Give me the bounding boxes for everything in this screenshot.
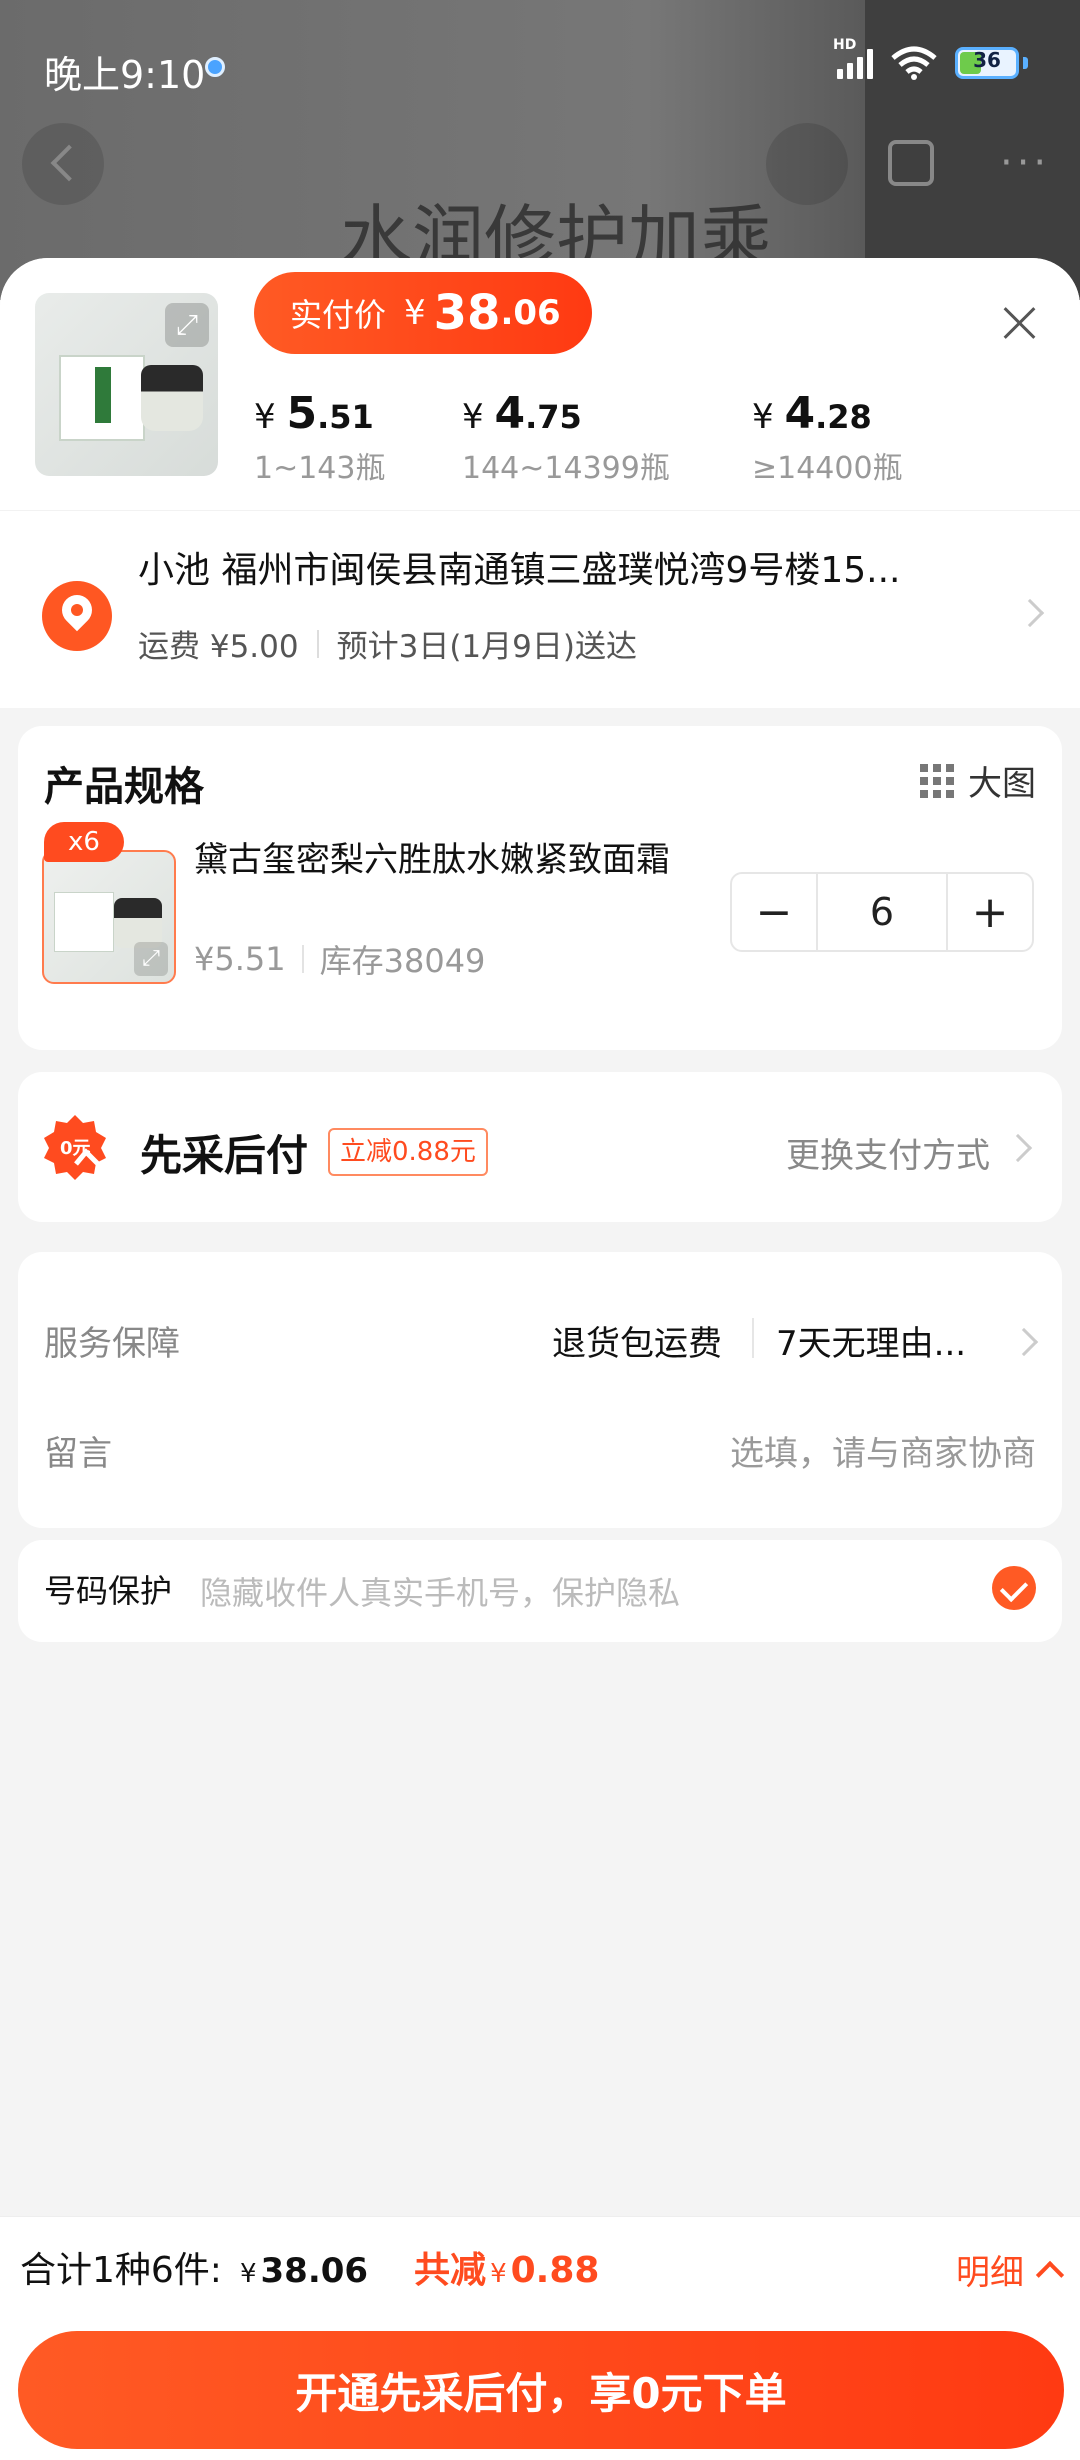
- chevron-right-icon: [1003, 1133, 1033, 1163]
- shipping-info: 运费 ¥5.00 预计3日(1月9日)送达: [138, 621, 637, 666]
- message-label: 留言: [44, 1434, 112, 1474]
- price-tier: ¥ 5.51 1~143瓶: [254, 388, 386, 486]
- bnpl-card[interactable]: 0元 先采后付 立减0.88元 更换支付方式: [18, 1072, 1062, 1222]
- address-text: 小池 福州市闽侯县南通镇三盛璞悦湾9号楼15...: [138, 550, 901, 591]
- close-icon[interactable]: [994, 298, 1044, 348]
- grid-icon: [920, 763, 954, 798]
- detail-toggle[interactable]: 明细: [956, 2245, 1065, 2294]
- privacy-desc: 隐藏收件人真实手机号，保护隐私: [200, 1574, 681, 1612]
- checkout-footer: 合计1种6件: ¥38.06 共减 ¥0.88 明细 开通先采后付，享0元下单: [0, 2216, 1080, 2460]
- service-card: 服务保障 退货包运费 7天无理由... 留言 选填，请与商家协商: [18, 1252, 1062, 1528]
- quantity-badge: x6: [44, 822, 124, 862]
- chevron-right-icon: [1009, 1327, 1039, 1357]
- total-summary: 合计1种6件:: [20, 2250, 222, 2291]
- notification-icon: [205, 57, 225, 77]
- message-input[interactable]: 选填，请与商家协商: [730, 1426, 1036, 1475]
- shipping-fee: 运费 ¥5.00: [138, 629, 299, 665]
- delivery-eta: 预计3日(1月9日)送达: [336, 629, 637, 665]
- product-image[interactable]: ⤢: [35, 293, 218, 476]
- discount-tag: 立减0.88元: [328, 1128, 488, 1176]
- expand-icon[interactable]: ⤢: [165, 303, 209, 347]
- order-total: 合计1种6件: ¥38.06 共减 ¥0.88: [20, 2241, 599, 2293]
- big-image-toggle[interactable]: 大图: [920, 756, 1036, 805]
- item-price: ¥5.51: [194, 940, 286, 978]
- quantity-input[interactable]: 6: [816, 874, 948, 950]
- service-label: 服务保障: [44, 1324, 180, 1364]
- price-tier: ¥ 4.75 144~14399瓶: [462, 388, 670, 486]
- total-amount: ¥38.06: [239, 2251, 369, 2291]
- pay-price-pill: 实付价 ¥ 38 .06: [254, 272, 592, 354]
- item-meta: ¥5.51 库存38049: [194, 936, 485, 982]
- item-name: 黛古玺密梨六胜肽水嫩紧致面霜: [194, 840, 670, 880]
- decrease-button[interactable]: −: [732, 874, 816, 950]
- expand-icon[interactable]: ⤢: [134, 942, 168, 976]
- service-7day-return[interactable]: 7天无理由...: [776, 1316, 966, 1365]
- back-icon: [22, 123, 104, 205]
- submit-order-button[interactable]: 开通先采后付，享0元下单: [18, 2331, 1064, 2449]
- service-return-shipping[interactable]: 退货包运费: [552, 1316, 722, 1365]
- spec-card: 产品规格 大图 ⤢ x6 黛古玺密梨六胜肽水嫩紧致面霜 ¥5.51 库存3804…: [18, 726, 1062, 1050]
- chevron-up-icon: [1035, 2260, 1065, 2289]
- privacy-label: 号码保护: [44, 1572, 173, 1610]
- share-icon: [888, 140, 934, 186]
- battery-icon: 36: [955, 47, 1019, 79]
- privacy-card: 号码保护 隐藏收件人真实手机号，保护隐私: [18, 1540, 1062, 1642]
- quantity-stepper: − 6 +: [730, 872, 1034, 952]
- status-time: 晚上9:10: [44, 53, 206, 97]
- svg-text:0元: 0元: [60, 1138, 91, 1159]
- chevron-right-icon: [1015, 598, 1045, 628]
- wifi-icon: [891, 46, 937, 80]
- sheet-header: ⤢ 实付价 ¥ 38 .06 ¥ 5.51 1~143瓶 ¥ 4.75 144~…: [0, 258, 1080, 510]
- total-discount: 共减 ¥0.88: [414, 2250, 600, 2291]
- order-sheet: ⤢ 实付价 ¥ 38 .06 ¥ 5.51 1~143瓶 ¥ 4.75 144~…: [0, 258, 1080, 2460]
- status-bar: 晚上9:10 HD 36: [0, 0, 1080, 135]
- item-image[interactable]: ⤢: [42, 850, 176, 984]
- more-icon: ···: [1000, 140, 1051, 186]
- signal-icon: HD: [833, 37, 873, 79]
- privacy-checkbox[interactable]: [992, 1566, 1036, 1610]
- change-payment-link[interactable]: 更换支付方式: [786, 1128, 990, 1177]
- location-pin-icon: [42, 581, 112, 651]
- increase-button[interactable]: +: [948, 874, 1032, 950]
- item-stock: 库存38049: [319, 942, 486, 980]
- bnpl-title: 先采后付: [140, 1131, 309, 1180]
- pay-later-badge-icon: 0元: [44, 1115, 106, 1180]
- price-tier: ¥ 4.28 ≥14400瓶: [752, 388, 903, 486]
- spec-title: 产品规格: [44, 764, 204, 810]
- cart-icon: [766, 123, 848, 205]
- address-row[interactable]: 小池 福州市闽侯县南通镇三盛璞悦湾9号楼15... 运费 ¥5.00 预计3日(…: [0, 510, 1080, 708]
- status-icons: HD 36: [833, 37, 1028, 80]
